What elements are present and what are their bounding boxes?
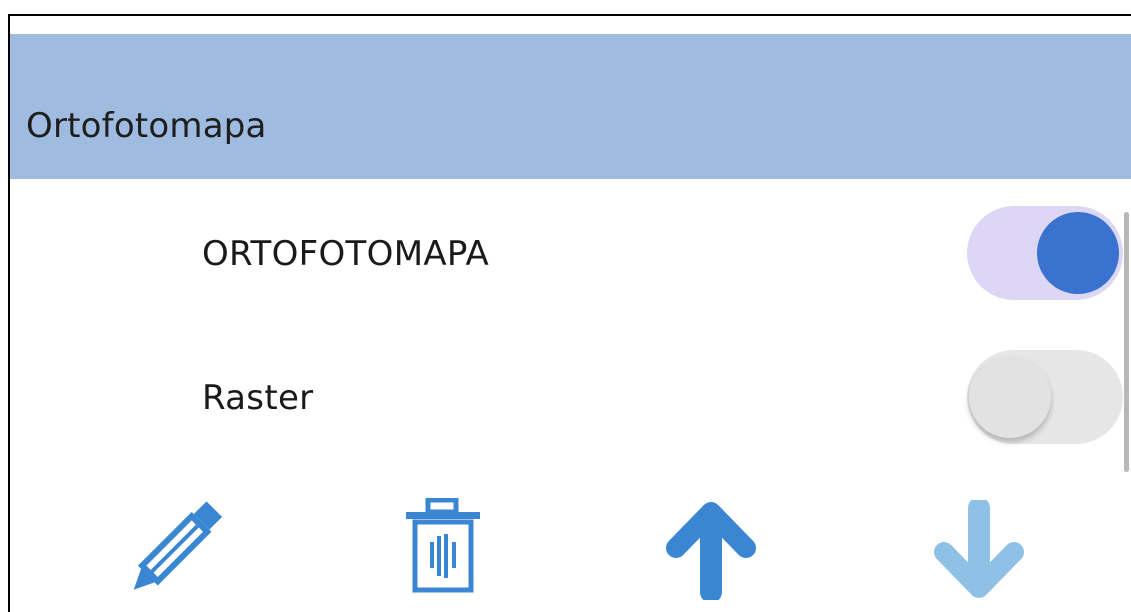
pencil-icon — [133, 501, 223, 590]
delete-button[interactable] — [402, 497, 484, 606]
arrow-up-icon — [666, 502, 756, 603]
layer-label-ortofotomapa: ORTOFOTOMAPA — [202, 234, 490, 274]
edit-button[interactable] — [122, 496, 226, 600]
toggle-knob — [1037, 212, 1119, 294]
layer-group-header[interactable]: Ortofotomapa — [10, 34, 1131, 179]
move-up-button[interactable] — [666, 500, 756, 603]
layer-panel: Ortofotomapa ORTOFOTOMAPA Raster — [8, 14, 1131, 612]
toggle-knob — [969, 356, 1051, 438]
move-down-button[interactable] — [934, 497, 1024, 600]
scrollbar[interactable] — [1124, 212, 1129, 472]
layer-label-raster: Raster — [202, 378, 314, 418]
trash-icon — [406, 497, 480, 593]
layer-toggle-ortofotomapa[interactable] — [967, 206, 1123, 300]
layer-group-title: Ortofotomapa — [26, 106, 267, 146]
arrow-down-icon — [934, 497, 1024, 598]
layer-toggle-raster[interactable] — [967, 350, 1123, 444]
